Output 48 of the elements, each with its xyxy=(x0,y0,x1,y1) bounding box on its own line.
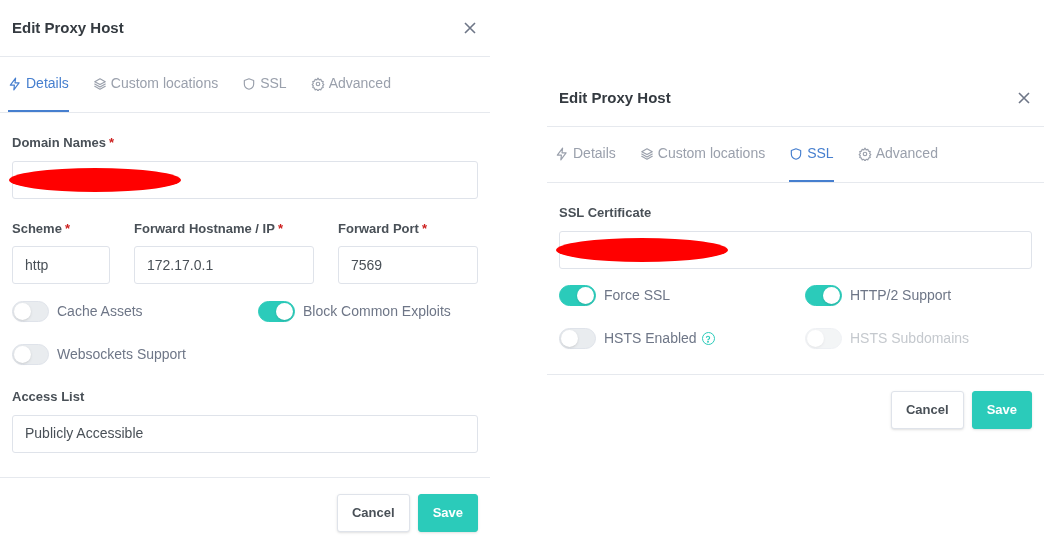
field-label: Forward Port * xyxy=(338,219,428,238)
tab[interactable]: SSL xyxy=(789,127,834,182)
required-mark: * xyxy=(108,135,114,150)
shield-icon xyxy=(789,146,804,161)
tab[interactable]: Advanced xyxy=(857,127,938,182)
tab[interactable]: Custom locations xyxy=(639,127,766,182)
tab[interactable]: Custom locations xyxy=(92,57,219,112)
layers-icon xyxy=(639,146,654,161)
input-field[interactable]: 7569 xyxy=(338,246,478,284)
gear-icon xyxy=(310,76,325,91)
tab[interactable]: SSL xyxy=(242,57,287,112)
toggle-label: Cache Assets xyxy=(57,301,143,321)
tab[interactable]: Advanced xyxy=(310,57,391,112)
toggle-switch[interactable] xyxy=(258,300,295,322)
layers-icon xyxy=(92,76,107,91)
gear-icon xyxy=(857,146,872,161)
field-label: Domain Names * xyxy=(12,134,115,152)
input-field[interactable]: 172.17.0.1 xyxy=(134,246,314,284)
input-field[interactable]: http xyxy=(12,246,110,284)
shield-icon xyxy=(242,76,257,91)
dialog-title: Edit Proxy Host xyxy=(559,87,671,108)
toggle-label: HSTS Enabled xyxy=(604,329,697,348)
cancel-button[interactable]: Cancel xyxy=(891,390,964,429)
field-label: Forward Hostname / IP * xyxy=(134,219,284,238)
close-icon[interactable] xyxy=(1016,90,1032,106)
input-field[interactable] xyxy=(559,230,1032,269)
field-label: Scheme * xyxy=(12,219,71,238)
required-mark: * xyxy=(421,220,427,236)
input-field[interactable]: Publicly Accessible xyxy=(12,414,478,453)
bolt-icon xyxy=(8,76,22,91)
toggle-label: HSTS Subdomains xyxy=(850,329,970,348)
toggle-switch[interactable] xyxy=(805,285,842,306)
dialog-title: Edit Proxy Host xyxy=(12,17,124,38)
toggle-label: Force SSL xyxy=(604,286,671,305)
cancel-button[interactable]: Cancel xyxy=(337,493,410,532)
input-field[interactable] xyxy=(12,160,478,199)
toggle-switch[interactable] xyxy=(559,285,596,306)
tab[interactable]: Details xyxy=(555,127,616,182)
toggle-label: HTTP/2 Support xyxy=(850,286,952,305)
bolt-icon xyxy=(555,146,569,161)
required-mark: * xyxy=(277,220,283,236)
field-label: SSL Certificate xyxy=(559,204,653,222)
toggle-label: Block Common Exploits xyxy=(303,301,451,321)
toggle-label: Websockets Support xyxy=(57,344,186,364)
tab[interactable]: Details xyxy=(8,57,69,112)
required-mark: * xyxy=(64,220,70,236)
field-label: Access List xyxy=(12,388,86,406)
close-icon[interactable] xyxy=(462,20,478,36)
